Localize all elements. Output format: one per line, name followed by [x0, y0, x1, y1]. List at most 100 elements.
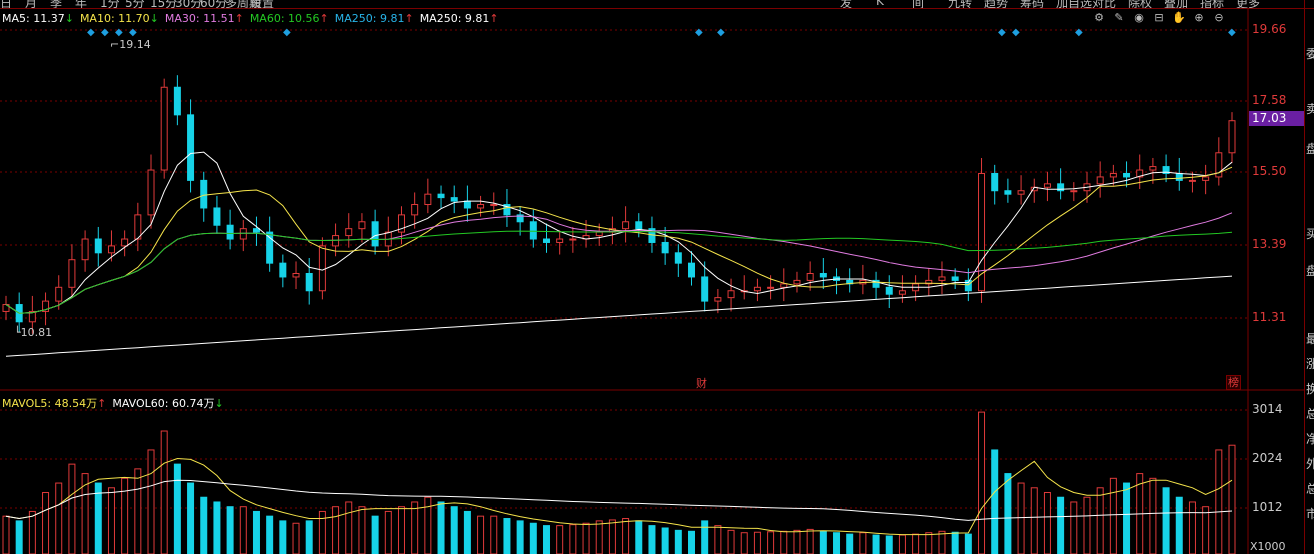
volume-bar	[147, 449, 155, 554]
candle-body	[595, 231, 603, 237]
volume-bar	[463, 510, 471, 554]
ranking-tag[interactable]: 榜	[1226, 375, 1241, 390]
candle-body	[1123, 172, 1131, 178]
candle-body	[938, 276, 946, 281]
volume-bar	[490, 515, 498, 554]
candle-body	[411, 204, 419, 216]
volume-bar	[252, 510, 260, 554]
candle-body	[490, 204, 498, 207]
volume-bar	[411, 501, 419, 554]
volume-bar	[833, 532, 841, 554]
event-marker-icon[interactable]: ◆	[998, 28, 1006, 38]
candle-body	[147, 169, 155, 216]
candle-body	[1202, 176, 1210, 181]
candle-body	[55, 286, 63, 302]
event-marker-icon[interactable]: ◆	[129, 28, 137, 38]
volume-unit: X1000	[1250, 540, 1286, 553]
volume-bar	[121, 477, 129, 554]
price-axis: 19.66 17.58 15.50 13.39 11.31	[1248, 0, 1304, 390]
kline-chart[interactable]	[0, 0, 1304, 554]
volume-bar	[28, 510, 36, 554]
price-tick-label: 13.39	[1252, 237, 1287, 251]
volume-bar	[437, 501, 445, 554]
candle-body	[266, 231, 274, 264]
event-marker-icon[interactable]: ◆	[695, 28, 703, 38]
event-marker-icon[interactable]: ◆	[1012, 28, 1020, 38]
candle-body	[542, 238, 550, 243]
price-tick-label: 17.58	[1252, 93, 1287, 107]
volume-bar	[819, 530, 827, 554]
volume-bar	[1057, 496, 1065, 554]
candle-body	[635, 221, 643, 230]
price-tick-label: 15.50	[1252, 164, 1287, 178]
volume-bar	[648, 525, 656, 554]
volume-tick-label: 3014	[1252, 402, 1283, 416]
volume-bar	[938, 530, 946, 554]
volume-bar	[780, 530, 788, 554]
right-panel-label: 换	[1306, 380, 1314, 397]
candle-body	[424, 193, 432, 206]
candle-body	[437, 193, 445, 199]
candle-body	[780, 283, 788, 288]
volume-bar	[200, 496, 208, 554]
volume-bar	[846, 533, 854, 554]
candle-body	[806, 273, 814, 281]
candle-body	[991, 172, 999, 192]
volume-bar	[1123, 482, 1131, 554]
high-price-value: 19.14	[119, 38, 151, 51]
candle-body	[661, 241, 669, 254]
candle-body	[1228, 120, 1236, 154]
volume-bar	[1030, 487, 1038, 554]
candle-body	[226, 224, 234, 240]
volume-bar	[397, 506, 405, 554]
volume-bar	[793, 529, 801, 554]
event-marker-icon[interactable]: ◆	[101, 28, 109, 38]
candle-body	[556, 238, 564, 243]
volume-bar	[582, 522, 590, 554]
candle-body	[160, 86, 168, 171]
candle-body	[885, 286, 893, 295]
volume-bar	[688, 530, 696, 554]
event-marker-icon[interactable]: ◆	[1228, 28, 1236, 38]
right-info-panel: 委卖盘买盘最涨换总净外总市	[1304, 0, 1314, 554]
volume-bar	[384, 510, 392, 554]
event-marker-icon[interactable]: ◆	[115, 28, 123, 38]
volume-bar	[450, 506, 458, 554]
volume-bar	[1188, 501, 1196, 554]
candle-body	[173, 86, 181, 116]
volume-bar	[753, 531, 761, 554]
candle-body	[213, 207, 221, 226]
candle-body	[345, 228, 353, 237]
right-panel-label: 涨	[1306, 355, 1314, 372]
candle-body	[94, 238, 102, 254]
candle-body	[569, 238, 577, 241]
candle-body	[279, 262, 287, 278]
current-price-badge: 17.03	[1249, 111, 1304, 126]
financial-report-tag[interactable]: 财	[696, 375, 707, 391]
right-panel-label: 盘	[1306, 262, 1314, 279]
event-marker-icon[interactable]: ◆	[717, 28, 725, 38]
candle-body	[622, 221, 630, 230]
event-marker-icon[interactable]: ◆	[1075, 28, 1083, 38]
high-price-label: ⌐19.14	[110, 38, 151, 51]
right-panel-label: 净	[1306, 430, 1314, 447]
candle-body	[793, 279, 801, 285]
volume-bar	[226, 506, 234, 554]
right-panel-label: 委	[1306, 45, 1314, 62]
volume-bar	[556, 525, 564, 554]
candle-body	[318, 245, 326, 292]
volume-bar	[964, 533, 972, 554]
volume-bar	[925, 532, 933, 554]
volume-bar	[542, 525, 550, 554]
volume-bar	[978, 411, 986, 554]
volume-bar	[740, 532, 748, 554]
volume-bar	[701, 520, 709, 554]
volume-bar	[213, 501, 221, 554]
volume-bar	[107, 487, 115, 554]
volume-bar	[332, 506, 340, 554]
candle-body	[1070, 190, 1078, 193]
volume-bar	[1175, 496, 1183, 554]
event-marker-icon[interactable]: ◆	[283, 28, 291, 38]
right-panel-label: 总	[1306, 480, 1314, 497]
event-marker-icon[interactable]: ◆	[87, 28, 95, 38]
